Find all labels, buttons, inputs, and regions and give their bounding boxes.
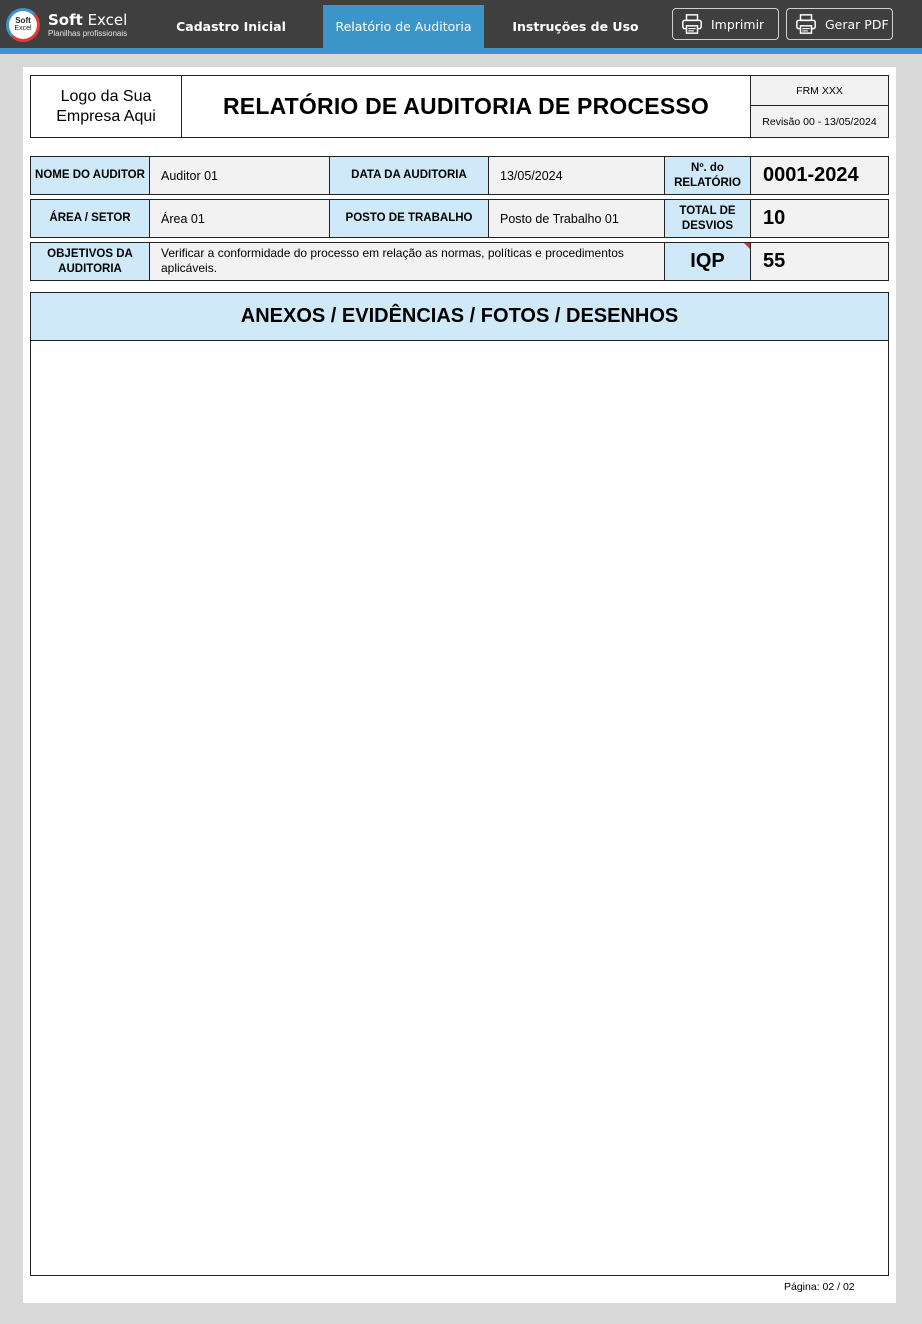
brand-name-bold: Soft	[48, 10, 83, 29]
brand-name-rest: Excel	[82, 10, 128, 29]
audit-date-label: DATA DA AUDITORIA	[329, 156, 489, 195]
total-deviations-label: TOTAL DE DESVIOS	[664, 199, 751, 238]
audit-date-value[interactable]: 13/05/2024	[488, 156, 665, 195]
company-logo-placeholder: Logo da Sua Empresa Aqui	[30, 75, 182, 138]
tab-relatorio-de-auditoria[interactable]: Relatório de Auditoria	[323, 5, 484, 48]
generate-pdf-button-label: Gerar PDF	[825, 16, 889, 32]
page-number: Página: 02 / 02	[784, 1281, 855, 1293]
brand-tagline: Planilhas profissionais	[48, 28, 128, 38]
report-title: RELATÓRIO DE AUDITORIA DE PROCESSO	[181, 75, 751, 138]
printer-icon	[682, 14, 702, 34]
tab-instrucoes-de-uso[interactable]: Instruções de Uso	[505, 5, 646, 48]
iqp-value[interactable]: 55	[750, 242, 889, 281]
form-code: FRM XXX	[750, 75, 889, 106]
brand-logo: Soft Excel	[6, 8, 40, 42]
revision-info: Revisão 00 - 13/05/2024	[750, 105, 889, 138]
brand-text: Soft Excel Planilhas profissionais	[48, 10, 128, 39]
auditor-name-label: NOME DO AUDITOR	[30, 156, 150, 195]
generate-pdf-button[interactable]: Gerar PDF	[786, 8, 893, 40]
workstation-label: POSTO DE TRABALHO	[329, 199, 489, 238]
audit-objectives-value[interactable]: Verificar a conformidade do processo em …	[149, 242, 665, 281]
iqp-label: IQP	[664, 242, 751, 281]
report-number-label: Nº. do RELATÓRIO	[664, 156, 751, 195]
tab-cadastro-inicial[interactable]: Cadastro Inicial	[163, 5, 299, 48]
topbar-accent-line	[0, 48, 922, 54]
brand-logo-line2: Excel	[14, 25, 32, 32]
brand-name: Soft Excel	[48, 10, 128, 29]
total-deviations-value[interactable]: 10	[750, 199, 889, 238]
top-bar: Soft Excel Soft Excel Planilhas profissi…	[0, 0, 922, 48]
brand: Soft Excel Soft Excel Planilhas profissi…	[6, 8, 127, 42]
print-button[interactable]: Imprimir	[672, 8, 779, 40]
attachments-area[interactable]	[30, 340, 889, 1276]
report-number-value[interactable]: 0001-2024	[750, 156, 889, 195]
auditor-name-value[interactable]: Auditor 01	[149, 156, 330, 195]
audit-objectives-label: OBJETIVOS DA AUDITORIA	[30, 242, 150, 281]
brand-logo-line1: Soft	[15, 16, 31, 25]
workstation-value[interactable]: Posto de Trabalho 01	[488, 199, 665, 238]
printer-icon	[796, 14, 816, 34]
print-button-label: Imprimir	[711, 16, 765, 32]
attachments-section-title: ANEXOS / EVIDÊNCIAS / FOTOS / DESENHOS	[30, 292, 889, 341]
area-sector-label: ÁREA / SETOR	[30, 199, 150, 238]
area-sector-value[interactable]: Área 01	[149, 199, 330, 238]
report-sheet: Logo da Sua Empresa Aqui RELATÓRIO DE AU…	[23, 67, 896, 1303]
